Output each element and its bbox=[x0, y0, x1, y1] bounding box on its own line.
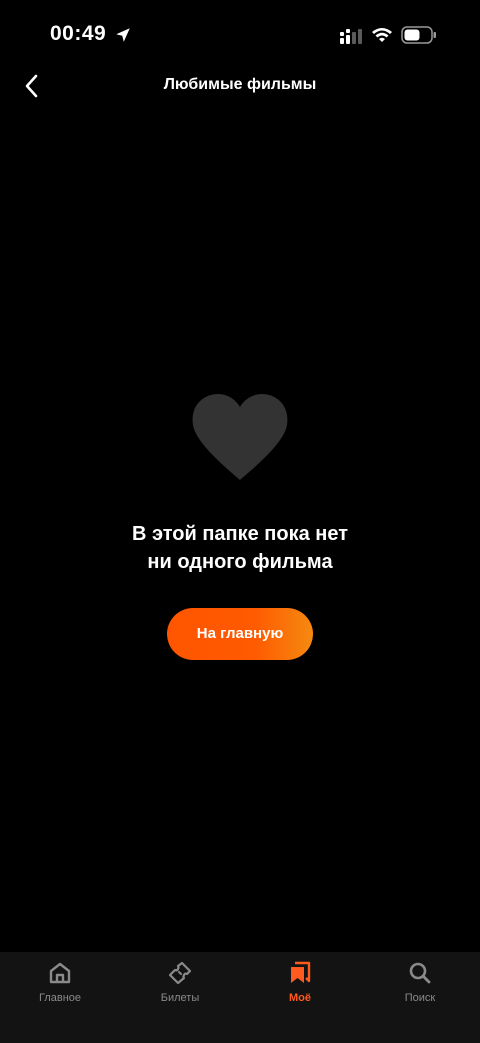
tab-label: Поиск bbox=[404, 992, 436, 1004]
tab-search[interactable]: Поиск bbox=[360, 952, 480, 1043]
wifi-icon bbox=[372, 28, 392, 42]
search-icon bbox=[409, 962, 431, 984]
tab-mine[interactable]: Моё bbox=[240, 952, 360, 1043]
tab-tickets[interactable]: Билеты bbox=[120, 952, 240, 1043]
heart-icon bbox=[192, 394, 288, 480]
tab-label: Главное bbox=[38, 992, 82, 1004]
tab-label: Билеты bbox=[160, 992, 200, 1004]
tab-home[interactable]: Главное bbox=[0, 952, 120, 1043]
battery-icon bbox=[401, 26, 436, 44]
home-icon bbox=[49, 962, 71, 984]
location-arrow-icon bbox=[116, 28, 130, 42]
empty-message-line-1: В этой папке пока нет bbox=[131, 523, 349, 545]
status-bar: 00:49 bbox=[0, 0, 480, 70]
empty-message-line-2: ни одного фильма bbox=[147, 551, 333, 573]
bookmarks-icon bbox=[291, 961, 311, 983]
empty-state: В этой папке пока нет ни одного фильма Н… bbox=[0, 390, 480, 660]
tab-label: Моё bbox=[289, 992, 311, 1004]
ticket-icon bbox=[168, 961, 192, 985]
tab-bar: Главное Билеты Моё Поиск bbox=[0, 952, 480, 1043]
status-time: 00:49 bbox=[50, 22, 107, 45]
go-home-button[interactable]: На главную bbox=[167, 608, 313, 660]
navigation-bar: Любимые фильмы bbox=[0, 62, 480, 110]
page-title: Любимые фильмы bbox=[163, 76, 317, 93]
empty-message: В этой папке пока нет ни одного фильма bbox=[0, 520, 480, 576]
cellular-signal-icon bbox=[340, 29, 362, 44]
